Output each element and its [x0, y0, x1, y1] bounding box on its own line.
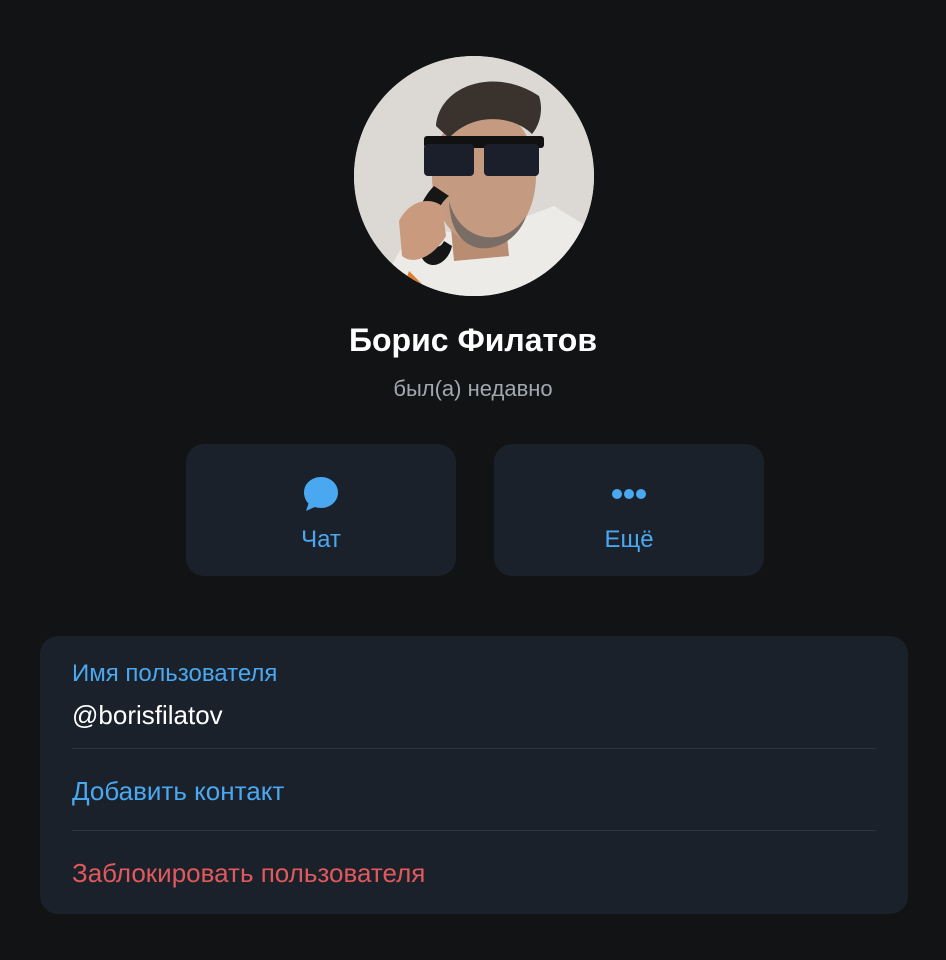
more-dots-icon — [612, 489, 646, 499]
username-value[interactable]: @borisfilatov — [72, 700, 876, 731]
avatar-photo — [354, 56, 594, 296]
more-button[interactable]: Ещё — [494, 444, 764, 576]
chat-button-label: Чат — [301, 526, 341, 553]
avatar[interactable] — [354, 56, 594, 296]
profile-info-card: Имя пользователя @borisfilatov Добавить … — [40, 636, 908, 914]
chat-button[interactable]: Чат — [186, 444, 456, 576]
profile-status: был(а) недавно — [393, 376, 553, 401]
block-user-button[interactable]: Заблокировать пользователя — [72, 858, 876, 889]
divider — [72, 830, 876, 831]
profile-name: Борис Филатов — [348, 322, 598, 358]
more-button-label: Ещё — [604, 526, 654, 553]
chat-bubble-icon — [304, 477, 338, 511]
divider — [72, 748, 876, 749]
username-label: Имя пользователя — [72, 660, 278, 687]
add-contact-button[interactable]: Добавить контакт — [72, 776, 876, 807]
